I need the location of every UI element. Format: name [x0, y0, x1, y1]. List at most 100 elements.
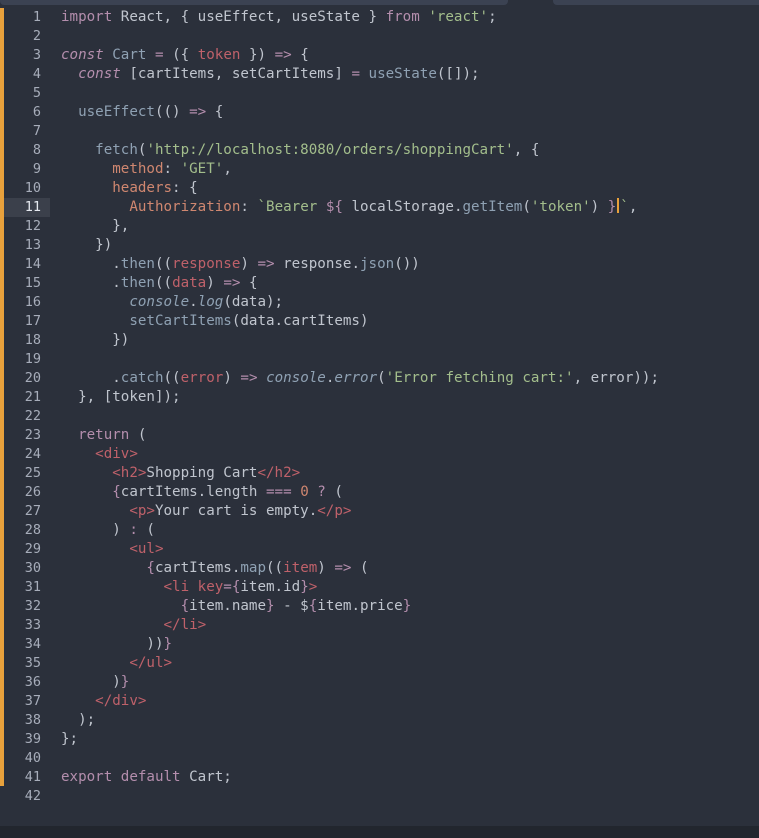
code-token: cartItems.length: [120, 484, 267, 500]
code-line[interactable]: };: [61, 730, 759, 749]
tab-other[interactable]: [553, 0, 759, 5]
code-token: }, [token]);: [61, 389, 181, 405]
code-token: return: [78, 427, 130, 443]
code-token: token: [197, 47, 241, 63]
code-token: ?: [317, 484, 326, 500]
code-line[interactable]: ))}: [61, 635, 759, 654]
code-token: log: [197, 294, 224, 310]
code-line[interactable]: Authorization: `Bearer ${ localStorage.g…: [61, 198, 759, 217]
code-line[interactable]: const Cart = ({ token }) => {: [61, 46, 759, 65]
code-token: : {: [172, 180, 198, 196]
code-token: catch: [120, 370, 164, 386]
code-area[interactable]: import React, { useEffect, useState } fr…: [61, 8, 759, 806]
code-line[interactable]: }, [token]);: [61, 388, 759, 407]
code-line[interactable]: import React, { useEffect, useState } fr…: [61, 8, 759, 27]
code-line[interactable]: {cartItems.length === 0 ? (: [61, 483, 759, 502]
code-token: .: [61, 275, 121, 291]
code-line[interactable]: }): [61, 236, 759, 255]
code-line[interactable]: ) : (: [61, 521, 759, 540]
horizontal-scrollbar[interactable]: [0, 826, 759, 838]
code-token: ): [206, 275, 224, 291]
code-line[interactable]: );: [61, 711, 759, 730]
code-token: useEffect: [78, 104, 155, 120]
code-line[interactable]: fetch('http://localhost:8080/orders/shop…: [61, 141, 759, 160]
line-number: 4: [32, 66, 41, 82]
code-line[interactable]: console.log(data);: [61, 293, 759, 312]
code-line[interactable]: [61, 122, 759, 141]
code-token: </div>: [95, 693, 147, 709]
code-line[interactable]: [61, 407, 759, 426]
code-token: method: [112, 161, 164, 177]
line-number-gutter: 1 2 3 4 5 6 7 8 9 10 11 12 13 14 15 16 17 18 19 20 21 22 23 24 2…: [4, 8, 50, 806]
code-line[interactable]: const [cartItems, setCartItems] = useSta…: [61, 65, 759, 84]
code-token: ([]);: [436, 66, 480, 82]
code-token: <ul>: [129, 541, 164, 557]
code-line[interactable]: <ul>: [61, 540, 759, 559]
code-token: }: [402, 598, 412, 614]
code-token: )): [61, 636, 164, 652]
code-token: then: [120, 256, 155, 272]
code-line[interactable]: return (: [61, 426, 759, 445]
code-line[interactable]: [61, 350, 759, 369]
code-line[interactable]: {item.name} - ${item.price}: [61, 597, 759, 616]
code-line[interactable]: },: [61, 217, 759, 236]
code-editor[interactable]: 1 2 3 4 5 6 7 8 9 10 11 12 13 14 15 16 17 18 19 20 21 22 23 24 2…: [0, 0, 759, 826]
code-token: =>: [189, 104, 207, 120]
code-token: <p>: [129, 503, 155, 519]
line-number: 39: [24, 731, 41, 747]
code-line[interactable]: useEffect(() => {: [61, 103, 759, 122]
code-line[interactable]: )}: [61, 673, 759, 692]
code-line[interactable]: .then((data) => {: [61, 274, 759, 293]
code-line[interactable]: <div>: [61, 445, 759, 464]
line-number: 23: [24, 427, 41, 443]
line-number: 1: [32, 9, 41, 25]
code-line[interactable]: <p>Your cart is empty.</p>: [61, 502, 759, 521]
code-token: item: [283, 560, 318, 576]
code-token: ((): [154, 104, 190, 120]
code-line[interactable]: <h2>Shopping Cart</h2>: [61, 464, 759, 483]
code-token: ): [590, 199, 608, 215]
code-line[interactable]: </div>: [61, 692, 759, 711]
code-line[interactable]: setCartItems(data.cartItems): [61, 312, 759, 331]
line-number: 30: [24, 560, 41, 576]
code-token: item.id: [240, 579, 301, 595]
line-number: 6: [32, 104, 41, 120]
line-number: 42: [24, 788, 41, 804]
code-token: >: [308, 579, 318, 595]
code-token: 'Error fetching cart:': [385, 370, 574, 386]
code-line[interactable]: }): [61, 331, 759, 350]
code-line[interactable]: <li key={item.id}>: [61, 578, 759, 597]
code-line[interactable]: [61, 787, 759, 806]
line-number: 9: [32, 161, 41, 177]
code-line[interactable]: export default Cart;: [61, 768, 759, 787]
code-line[interactable]: headers: {: [61, 179, 759, 198]
code-token: Cart;: [180, 769, 232, 785]
code-token: key: [197, 579, 224, 595]
code-line[interactable]: {cartItems.map((item) => (: [61, 559, 759, 578]
code-line[interactable]: method: 'GET',: [61, 160, 759, 179]
code-line[interactable]: [61, 749, 759, 768]
code-token: json: [360, 256, 395, 272]
line-number: 24: [24, 446, 41, 462]
code-line[interactable]: </ul>: [61, 654, 759, 673]
line-number: 26: [24, 484, 41, 500]
line-number: 28: [24, 522, 41, 538]
code-line[interactable]: .catch((error) => console.error('Error f…: [61, 369, 759, 388]
code-token: fetch: [95, 142, 138, 158]
line-number: 2: [32, 28, 41, 44]
code-token: }: [607, 199, 617, 215]
code-token: =>: [257, 256, 275, 272]
code-line[interactable]: [61, 84, 759, 103]
tab-active[interactable]: [0, 0, 508, 5]
code-line[interactable]: .then((response) => response.json()): [61, 255, 759, 274]
code-token: </li>: [163, 617, 207, 633]
code-line[interactable]: </li>: [61, 616, 759, 635]
code-line[interactable]: [61, 27, 759, 46]
line-number: 14: [24, 256, 41, 272]
code-token: ((: [154, 256, 173, 272]
code-token: console: [266, 370, 326, 386]
